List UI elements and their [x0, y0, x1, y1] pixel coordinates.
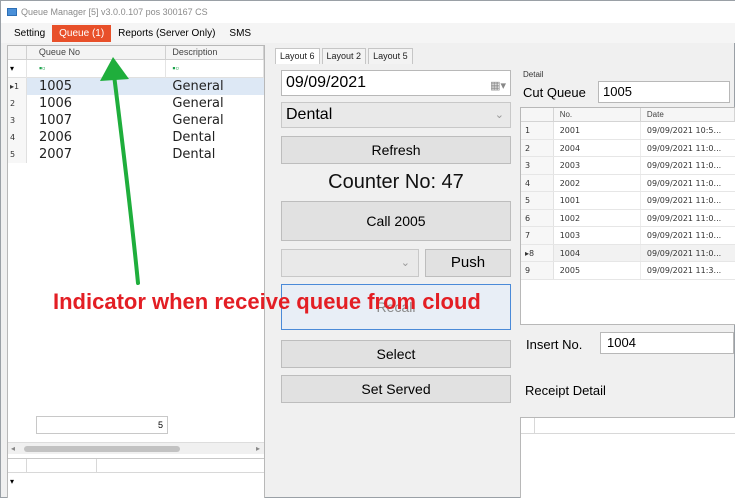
annotation-arrow-icon: [100, 57, 140, 285]
app-window: Queue Manager [5] v3.0.0.107 pos 300167 …: [0, 0, 735, 498]
annotation-text: Indicator when receive queue from cloud: [53, 289, 481, 314]
